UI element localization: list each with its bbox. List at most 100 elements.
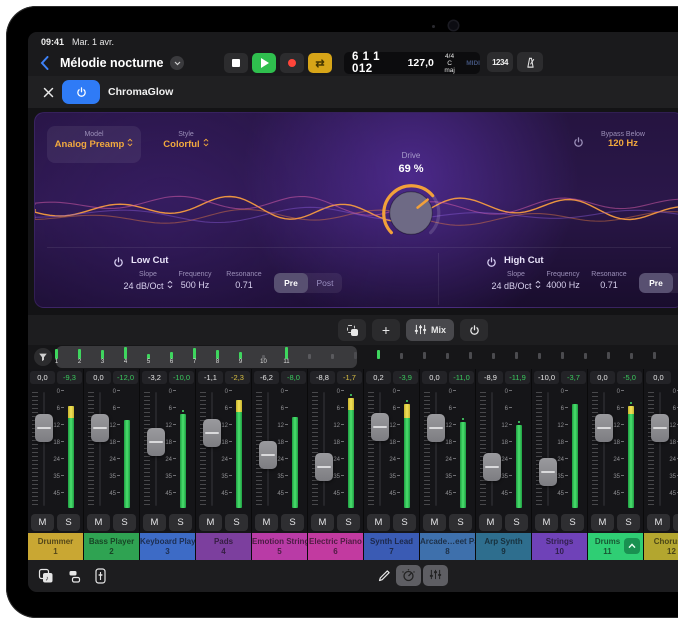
lcd-display[interactable]: 6 1 1 012 127,0 4/4C maj MIDI bbox=[344, 52, 480, 74]
channel-strip-icon[interactable] bbox=[90, 566, 110, 586]
fader-handle[interactable] bbox=[427, 414, 445, 442]
fader-value[interactable]: -8,9 bbox=[478, 371, 503, 384]
metronome-button[interactable] bbox=[517, 52, 543, 72]
high-cut-resonance[interactable]: Resonance 0.71 bbox=[587, 271, 631, 290]
fader-value[interactable]: 0,0 bbox=[646, 371, 671, 384]
track-name-tab[interactable]: Strings10 bbox=[532, 533, 587, 560]
fader-handle[interactable] bbox=[539, 458, 557, 486]
track-name-tab[interactable]: Bass Player2 bbox=[84, 533, 139, 560]
solo-button[interactable]: S bbox=[57, 514, 80, 531]
fader-value[interactable]: 0,0 bbox=[86, 371, 111, 384]
fader-value[interactable]: 0,0 bbox=[590, 371, 615, 384]
filter-button[interactable] bbox=[34, 348, 52, 366]
collapse-chevron-up-button[interactable] bbox=[624, 538, 640, 554]
solo-button[interactable]: S bbox=[225, 514, 248, 531]
bypass-below-control[interactable]: Bypass Below 120 Hz bbox=[587, 131, 659, 149]
track-name-tab[interactable]: Drummer1 bbox=[28, 533, 83, 560]
chevron-down-icon[interactable] bbox=[170, 56, 184, 70]
fader-handle[interactable] bbox=[259, 441, 277, 469]
bypass-power-icon[interactable] bbox=[573, 135, 584, 153]
solo-button[interactable]: S bbox=[281, 514, 304, 531]
mute-button[interactable]: M bbox=[255, 514, 278, 531]
mute-button[interactable]: M bbox=[143, 514, 166, 531]
io-connections-icon[interactable] bbox=[64, 566, 84, 586]
fader-value[interactable]: -10,0 bbox=[534, 371, 559, 384]
back-button[interactable] bbox=[36, 54, 52, 72]
add-track-button[interactable]: + bbox=[372, 319, 400, 341]
track-name-tab[interactable]: Drums11 bbox=[588, 533, 643, 560]
mixer-view-button[interactable] bbox=[423, 565, 448, 586]
level-control[interactable]: Level 0.0 bbox=[657, 131, 678, 149]
mix-view-button[interactable]: Mix bbox=[406, 319, 454, 341]
overview-mini-meter bbox=[55, 349, 58, 359]
plugin-power-button[interactable] bbox=[62, 80, 100, 104]
fader-handle[interactable] bbox=[483, 453, 501, 481]
stepper-icon[interactable] bbox=[203, 138, 209, 150]
fader-handle[interactable] bbox=[35, 414, 53, 442]
post-button[interactable]: Post bbox=[673, 273, 678, 293]
drive-knob[interactable] bbox=[379, 181, 443, 245]
fader-handle[interactable] bbox=[315, 453, 333, 481]
cycle-button[interactable]: ⇄ bbox=[308, 53, 332, 73]
high-cut-frequency[interactable]: Frequency 4000 Hz bbox=[531, 271, 595, 290]
solo-button[interactable]: S bbox=[561, 514, 584, 531]
track-name-tab[interactable]: Pads4 bbox=[196, 533, 251, 560]
stop-button[interactable] bbox=[224, 53, 248, 73]
track-name-tab[interactable]: Electric Piano6 bbox=[308, 533, 363, 560]
track-name-tab[interactable]: Keyboard Player3 bbox=[140, 533, 195, 560]
duplicate-button[interactable] bbox=[338, 319, 366, 341]
mixer-power-button[interactable] bbox=[460, 319, 488, 341]
mute-button[interactable]: M bbox=[591, 514, 614, 531]
style-selector[interactable]: Style Colorful bbox=[153, 131, 219, 150]
fader-value[interactable]: 0,0 bbox=[30, 371, 55, 384]
solo-button[interactable]: S bbox=[113, 514, 136, 531]
track-name-tab[interactable]: Chorus V12 bbox=[644, 533, 678, 560]
stepper-icon[interactable] bbox=[127, 138, 133, 150]
pencil-icon[interactable] bbox=[374, 566, 394, 586]
track-name-tab[interactable]: Arcade…eet Pad8 bbox=[420, 533, 475, 560]
fader-handle[interactable] bbox=[91, 414, 109, 442]
pre-button[interactable]: Pre bbox=[274, 273, 308, 293]
mute-button[interactable]: M bbox=[367, 514, 390, 531]
fader-value[interactable]: -8,8 bbox=[310, 371, 335, 384]
solo-button[interactable]: S bbox=[169, 514, 192, 531]
mute-button[interactable]: M bbox=[199, 514, 222, 531]
solo-button[interactable]: S bbox=[673, 514, 678, 531]
fader-value[interactable]: 0,0 bbox=[422, 371, 447, 384]
mute-button[interactable]: M bbox=[423, 514, 446, 531]
solo-button[interactable]: S bbox=[393, 514, 416, 531]
browser-icon[interactable]: ♪ bbox=[36, 566, 56, 586]
controls-view-button[interactable] bbox=[396, 565, 421, 586]
track-name-tab[interactable]: Emotion Strings5 bbox=[252, 533, 307, 560]
solo-button[interactable]: S bbox=[617, 514, 640, 531]
fader-handle[interactable] bbox=[203, 419, 221, 447]
solo-button[interactable]: S bbox=[505, 514, 528, 531]
fader-handle[interactable] bbox=[651, 414, 669, 442]
solo-button[interactable]: S bbox=[337, 514, 360, 531]
pre-button[interactable]: Pre bbox=[639, 273, 673, 293]
count-in-button[interactable]: 1234 bbox=[487, 52, 513, 72]
track-name-tab[interactable]: Synth Lead7 bbox=[364, 533, 419, 560]
model-selector[interactable]: Model Analog Preamp bbox=[47, 126, 141, 163]
mute-button[interactable]: M bbox=[87, 514, 110, 531]
play-button[interactable] bbox=[252, 53, 276, 73]
mute-button[interactable]: M bbox=[647, 514, 670, 531]
fader-value[interactable]: -6,2 bbox=[254, 371, 279, 384]
fader-value[interactable]: -3,2 bbox=[142, 371, 167, 384]
record-button[interactable] bbox=[280, 53, 304, 73]
solo-button[interactable]: S bbox=[449, 514, 472, 531]
mute-button[interactable]: M bbox=[535, 514, 558, 531]
low-cut-frequency[interactable]: Frequency 500 Hz bbox=[163, 271, 227, 290]
mute-button[interactable]: M bbox=[311, 514, 334, 531]
mute-button[interactable]: M bbox=[479, 514, 502, 531]
fader-handle[interactable] bbox=[371, 413, 389, 441]
fader-handle[interactable] bbox=[595, 414, 613, 442]
fader-value[interactable]: 0,2 bbox=[366, 371, 391, 384]
fader-handle[interactable] bbox=[147, 428, 165, 456]
track-name-tab[interactable]: Arp Synth9 bbox=[476, 533, 531, 560]
low-cut-resonance[interactable]: Resonance 0.71 bbox=[222, 271, 266, 290]
post-button[interactable]: Post bbox=[308, 273, 342, 293]
close-icon[interactable] bbox=[40, 84, 56, 100]
fader-value[interactable]: -1,1 bbox=[198, 371, 223, 384]
mute-button[interactable]: M bbox=[31, 514, 54, 531]
